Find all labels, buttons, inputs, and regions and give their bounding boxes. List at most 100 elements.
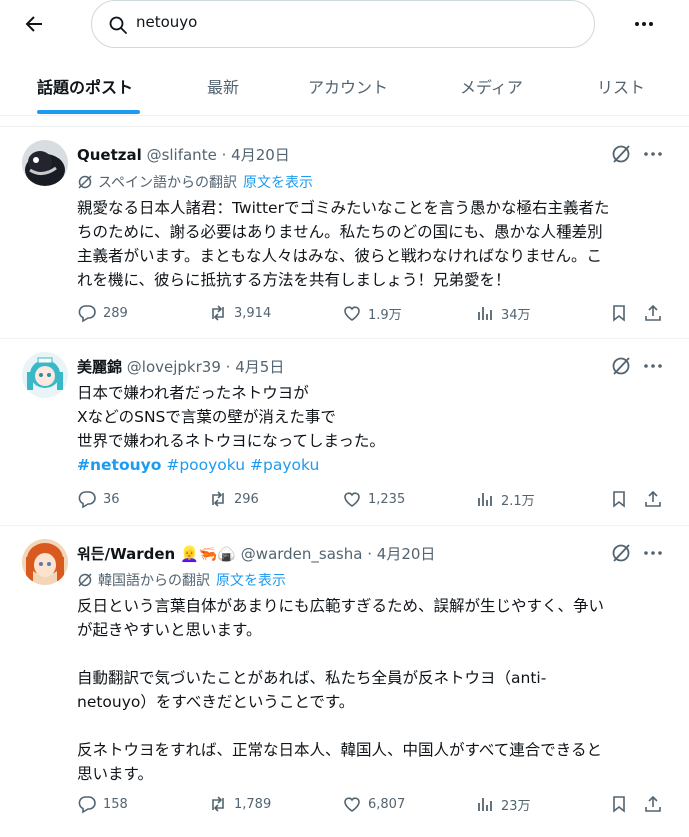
hashtag-link[interactable]: #pooyoku <box>166 456 245 474</box>
reply-count: 158 <box>103 796 128 812</box>
bookmark-button[interactable] <box>609 303 629 323</box>
tab-accounts[interactable]: アカウント <box>308 74 388 98</box>
back-arrow-icon[interactable] <box>22 12 46 36</box>
post-actions: 36 296 1,235 2.1万 <box>77 489 667 513</box>
post-text-line: 親愛なる日本人諸君：Twitterでゴミみたいなことを言う愚かな極右主義者た <box>77 199 610 217</box>
post-date[interactable]: 4月20日 <box>231 146 290 164</box>
like-count: 1,235 <box>368 491 406 507</box>
repost-button[interactable]: 296 <box>208 489 259 509</box>
post-card[interactable]: 美麗錦 @lovejpkr39 · 4月5日 日本で嫌われ者だったネトウヨが X… <box>0 339 689 526</box>
views-button[interactable]: 2.1万 <box>475 489 535 509</box>
post-text-line: netouyo）をすべきだということです。 <box>77 693 355 711</box>
author-handle[interactable]: @slifante <box>147 146 217 164</box>
like-button[interactable]: 1,235 <box>342 489 405 509</box>
reply-button[interactable]: 36 <box>77 489 120 509</box>
bookmark-button[interactable] <box>609 794 629 814</box>
bookmark-button[interactable] <box>609 489 629 509</box>
view-count: 23万 <box>501 798 531 814</box>
author-handle[interactable]: @warden_sasha <box>241 545 363 563</box>
post-text-line: 反ネトウヨをすれば、正常な日本人、韓国人、中国人がすべて連合できると <box>77 741 602 759</box>
grok-icon[interactable] <box>610 143 632 165</box>
repost-count: 3,914 <box>234 305 272 321</box>
like-count: 6,807 <box>368 796 406 812</box>
avatar[interactable] <box>22 140 68 186</box>
translation-label: スペイン語からの翻訳 <box>98 175 238 191</box>
avatar[interactable] <box>22 352 68 398</box>
hashtag-link[interactable]: #payoku <box>250 456 319 474</box>
separator-dot: · <box>221 146 227 164</box>
post-text-line: 主義者がいます。まともな人々はみな、彼らと戦わなければなりません。こ <box>77 247 602 265</box>
post-more-icon[interactable] <box>642 355 664 377</box>
post-header: Quetzal @slifante · 4月20日 <box>77 144 290 165</box>
post-date[interactable]: 4月5日 <box>235 358 284 376</box>
share-button[interactable] <box>643 303 663 323</box>
post-card[interactable]: 워든/Warden 👱‍♀️🦐🍙 @warden_sasha · 4月20日 韓… <box>0 526 689 837</box>
post-text-line: れを機に、彼らに抵抗する方法を共有しましょう！兄弟愛を！ <box>77 271 511 289</box>
author-emoji: 👱‍♀️🦐🍙 <box>179 545 237 563</box>
post-text-line: 反日という言葉自体があまりにも広範すぎるため、誤解が生じやすく、争い <box>77 597 605 615</box>
grok-icon[interactable] <box>610 542 632 564</box>
post-card[interactable]: Quetzal @slifante · 4月20日 スペイン語からの翻訳 原文を表… <box>0 127 689 339</box>
reply-button[interactable]: 158 <box>77 794 128 814</box>
post-more-icon[interactable] <box>642 542 664 564</box>
bookmark-icon <box>613 796 625 813</box>
post-text: 反日という言葉自体があまりにも広範すぎるため、誤解が生じやすく、争い が起きやす… <box>77 594 667 786</box>
translate-icon <box>78 573 92 587</box>
repost-count: 296 <box>234 491 259 507</box>
post-actions: 158 1,789 6,807 23万 <box>77 794 667 818</box>
more-options-icon[interactable] <box>632 12 656 36</box>
search-icon <box>108 15 128 35</box>
hashtag-link[interactable]: #netouyo <box>77 456 161 474</box>
tab-top[interactable]: 話題のポスト <box>37 74 133 98</box>
post-date[interactable]: 4月20日 <box>377 545 436 563</box>
tab-lists[interactable]: リスト <box>597 74 645 98</box>
post-text: 日本で嫌われ者だったネトウヨが XなどのSNSで言葉の壁が消えた事で 世界で嫌わ… <box>77 381 667 477</box>
avatar[interactable] <box>22 539 68 585</box>
views-button[interactable]: 23万 <box>475 794 531 814</box>
search-input[interactable]: netouyo <box>91 0 595 48</box>
share-icon <box>645 304 661 321</box>
bookmark-icon <box>613 491 625 508</box>
show-original-link[interactable]: 原文を表示 <box>243 175 313 191</box>
reply-button[interactable]: 289 <box>77 303 128 323</box>
share-button[interactable] <box>643 794 663 814</box>
reply-icon <box>78 491 96 509</box>
repost-button[interactable]: 1,789 <box>208 794 271 814</box>
author-name[interactable]: Quetzal <box>77 146 142 164</box>
translation-note: スペイン語からの翻訳 原文を表示 <box>77 172 313 192</box>
post-text-line: が起きやすいと思います。 <box>77 621 262 639</box>
post-text-line <box>77 714 667 738</box>
post-text-line: ちのために、謝る必要はありません。私たちのどの国にも、愚かな人種差別 <box>77 223 603 241</box>
author-name[interactable]: 워든/Warden <box>77 545 175 563</box>
heart-icon <box>344 492 360 507</box>
post-text-line <box>77 642 667 666</box>
post-actions: 289 3,914 1.9万 34万 <box>77 303 667 327</box>
tab-media[interactable]: メディア <box>460 74 523 98</box>
repost-icon <box>212 796 224 812</box>
like-button[interactable]: 6,807 <box>342 794 405 814</box>
search-query[interactable]: netouyo <box>136 13 197 31</box>
reply-icon <box>78 305 96 323</box>
author-handle[interactable]: @lovejpkr39 <box>127 358 221 376</box>
hashtags-line: #netouyo #pooyoku #payoku <box>77 453 667 477</box>
post-more-icon[interactable] <box>642 143 664 165</box>
views-icon <box>478 307 492 320</box>
share-button[interactable] <box>643 489 663 509</box>
author-name[interactable]: 美麗錦 <box>77 358 122 376</box>
reply-count: 289 <box>103 305 128 321</box>
like-count: 1.9万 <box>368 307 402 323</box>
grok-icon[interactable] <box>610 355 632 377</box>
show-original-link[interactable]: 原文を表示 <box>216 573 286 589</box>
views-icon <box>478 798 492 811</box>
heart-icon <box>344 306 360 321</box>
active-tab-indicator <box>37 110 140 114</box>
share-icon <box>645 490 661 507</box>
heart-icon <box>344 797 360 812</box>
translation-label: 韓国語からの翻訳 <box>98 573 210 589</box>
post-text-line: XなどのSNSで言葉の壁が消えた事で <box>77 408 336 426</box>
search-tabs: 話題のポスト 最新 アカウント メディア リスト <box>0 62 689 116</box>
like-button[interactable]: 1.9万 <box>342 303 402 323</box>
repost-button[interactable]: 3,914 <box>208 303 271 323</box>
tab-latest[interactable]: 最新 <box>207 74 239 98</box>
views-button[interactable]: 34万 <box>475 303 531 323</box>
